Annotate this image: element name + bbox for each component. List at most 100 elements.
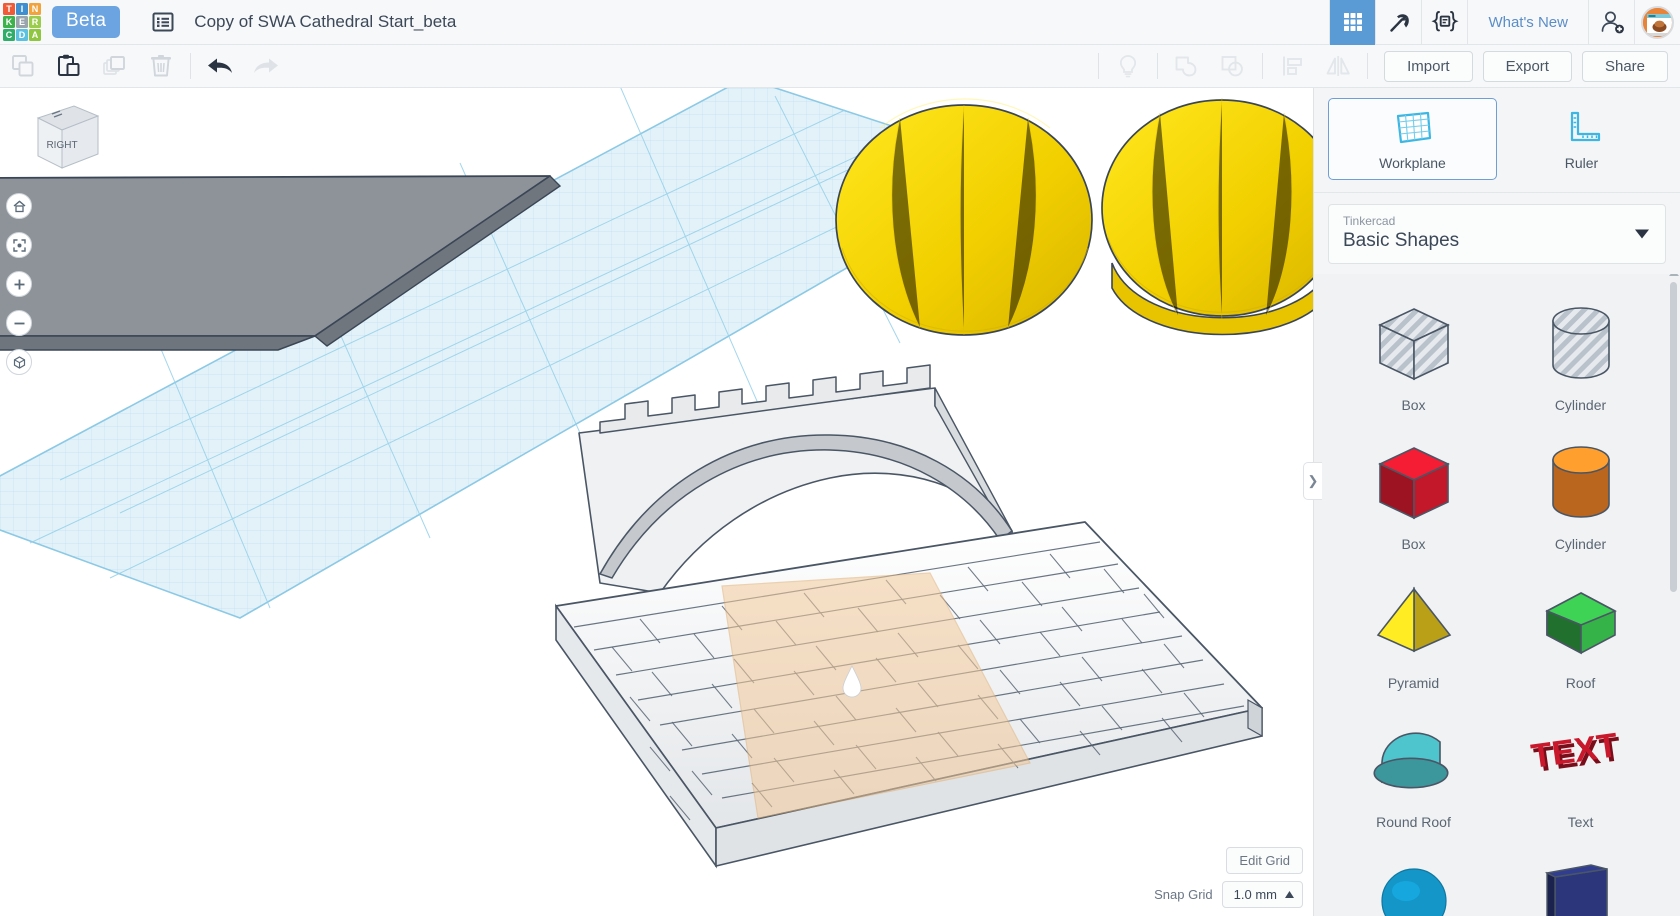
ruler-icon xyxy=(1570,111,1600,142)
shape-grid-wrap[interactable]: Box Cylinder Box Cylinder Pyramid Roof R… xyxy=(1314,274,1680,916)
shape-label: Cylinder xyxy=(1554,397,1607,413)
cylinder-shape-icon xyxy=(1535,297,1627,393)
beta-badge[interactable]: Beta xyxy=(52,6,121,38)
group-shapes-icon[interactable] xyxy=(1164,45,1210,88)
redo-arrow-icon[interactable] xyxy=(243,45,289,88)
blocks-pickaxe-icon[interactable] xyxy=(1375,0,1421,45)
logo-tile-t: T xyxy=(3,3,15,15)
logo-tile-d: D xyxy=(16,29,28,41)
minus-icon[interactable] xyxy=(6,310,32,336)
pyramid-shape-icon xyxy=(1368,575,1460,671)
share-button[interactable]: Share xyxy=(1581,50,1668,82)
shape-library-select[interactable]: Tinkercad Basic Shapes xyxy=(1328,204,1666,264)
box-shape-icon xyxy=(1368,436,1460,532)
paste-button[interactable] xyxy=(46,45,92,88)
shape-grid: Box Cylinder Box Cylinder Pyramid Roof R… xyxy=(1314,274,1680,916)
shapes-panel: Workplane Ruler Tinkercad Basic Shapes B xyxy=(1313,88,1680,916)
view-cube-label: RIGHT xyxy=(46,140,77,151)
cylinder-shape-icon xyxy=(1535,436,1627,532)
tab-workplane[interactable]: Workplane xyxy=(1328,98,1497,180)
roundroof-shape-icon xyxy=(1368,714,1460,810)
logo-tile-i: I xyxy=(16,3,28,15)
fit-all-icon[interactable] xyxy=(6,232,32,258)
shape-label: Round Roof xyxy=(1376,814,1451,830)
whats-new-link[interactable]: What's New xyxy=(1467,0,1588,45)
top-bar: TIN KER CDA Beta Copy of SWA Cathedral Sta… xyxy=(0,0,1680,45)
shape-label: Box xyxy=(1401,536,1426,552)
shape-label: Pyramid xyxy=(1387,675,1440,691)
shape-item-box[interactable]: Box xyxy=(1330,427,1497,556)
library-owner-label: Tinkercad xyxy=(1343,214,1396,228)
scroll-up-arrow-icon[interactable] xyxy=(1669,274,1679,276)
copy-button[interactable] xyxy=(0,45,46,88)
snap-grid-label: Snap Grid xyxy=(1154,887,1213,902)
shape-item-wedge[interactable]: Wedge xyxy=(1497,844,1664,916)
panel-scrollbar[interactable] xyxy=(1670,282,1677,592)
logo-tile-r: R xyxy=(29,16,41,28)
caret-up-icon xyxy=(1285,891,1294,898)
shape-item-sphere[interactable]: Sphere xyxy=(1330,844,1497,916)
shape-label: Cylinder xyxy=(1554,536,1607,552)
shape-label: Text xyxy=(1567,814,1594,830)
tab-ruler-label: Ruler xyxy=(1564,155,1599,171)
list-menu-icon[interactable] xyxy=(150,9,176,35)
snap-grid-row: Snap Grid 1.0 mm xyxy=(1154,881,1303,908)
duplicate-button[interactable] xyxy=(92,45,138,88)
edit-toolbar: Import Export Share xyxy=(0,45,1680,88)
shape-item-pyramid[interactable]: Pyramid xyxy=(1330,566,1497,695)
toolbar-divider xyxy=(1262,53,1264,79)
toolbar-divider xyxy=(1157,53,1159,79)
add-user-icon[interactable] xyxy=(1588,0,1634,45)
avatar[interactable] xyxy=(1634,0,1680,45)
shape-library-select-wrap: Tinkercad Basic Shapes xyxy=(1314,193,1680,274)
chevron-down-icon xyxy=(1635,229,1649,239)
sphere-shape-icon xyxy=(1368,853,1460,916)
tab-ruler[interactable]: Ruler xyxy=(1497,98,1666,180)
page-title[interactable]: Copy of SWA Cathedral Start_beta xyxy=(194,12,456,32)
tab-workplane-label: Workplane xyxy=(1379,155,1446,171)
logo-tile-e: E xyxy=(16,16,28,28)
shape-label: Roof xyxy=(1565,675,1596,691)
navigation-controls xyxy=(6,193,34,388)
lightbulb-icon[interactable] xyxy=(1105,45,1151,88)
3d-scene[interactable] xyxy=(0,88,1313,916)
export-button[interactable]: Export xyxy=(1482,50,1572,82)
codeblocks-icon[interactable] xyxy=(1421,0,1467,45)
plus-icon[interactable] xyxy=(6,271,32,297)
home-icon[interactable] xyxy=(6,193,32,219)
workplane-grid-icon xyxy=(1396,111,1431,144)
undo-arrow-icon[interactable] xyxy=(197,45,243,88)
shape-label: Box xyxy=(1401,397,1426,413)
trash-icon[interactable] xyxy=(138,45,184,88)
logo-tile-a: A xyxy=(29,29,41,41)
top-bar-right-group: What's New xyxy=(1329,0,1680,45)
panel-tab-group: Workplane Ruler xyxy=(1314,88,1680,193)
roof-shape-icon xyxy=(1535,575,1627,671)
toolbar-divider xyxy=(1367,53,1369,79)
tinkercad-logo[interactable]: TIN KER CDA xyxy=(0,0,44,45)
mirror-flip-icon[interactable] xyxy=(1315,45,1361,88)
grid-view-icon[interactable] xyxy=(1329,0,1376,45)
logo-tile-n: N xyxy=(29,3,41,15)
shape-item-cylinder[interactable]: Cylinder xyxy=(1497,427,1664,556)
import-button[interactable]: Import xyxy=(1384,50,1473,82)
align-icon[interactable] xyxy=(1269,45,1315,88)
text-shape-icon: TEXT TEXT xyxy=(1526,714,1636,810)
workspace-canvas[interactable]: RIGHT Edit Grid Snap Grid 1.0 mm xyxy=(0,88,1313,916)
grid-controls: Edit Grid Snap Grid 1.0 mm xyxy=(1154,847,1303,908)
snap-grid-select[interactable]: 1.0 mm xyxy=(1221,881,1303,908)
shape-item-box[interactable]: Box xyxy=(1330,288,1497,417)
shape-item-text[interactable]: TEXT TEXT Text xyxy=(1497,705,1664,834)
view-cube[interactable]: RIGHT xyxy=(22,96,106,180)
logo-tile-k: K xyxy=(3,16,15,28)
shape-item-round-roof[interactable]: Round Roof xyxy=(1330,705,1497,834)
toolbar-right-group: Import Export Share xyxy=(1092,45,1680,88)
logo-tile-c: C xyxy=(3,29,15,41)
shape-item-cylinder[interactable]: Cylinder xyxy=(1497,288,1664,417)
ungroup-shapes-icon[interactable] xyxy=(1210,45,1256,88)
shape-item-roof[interactable]: Roof xyxy=(1497,566,1664,695)
panel-collapse-handle[interactable]: ❯ xyxy=(1303,462,1322,500)
toolbar-divider xyxy=(190,53,191,79)
orbit-cube-icon[interactable] xyxy=(6,349,32,375)
edit-grid-button[interactable]: Edit Grid xyxy=(1226,847,1303,874)
